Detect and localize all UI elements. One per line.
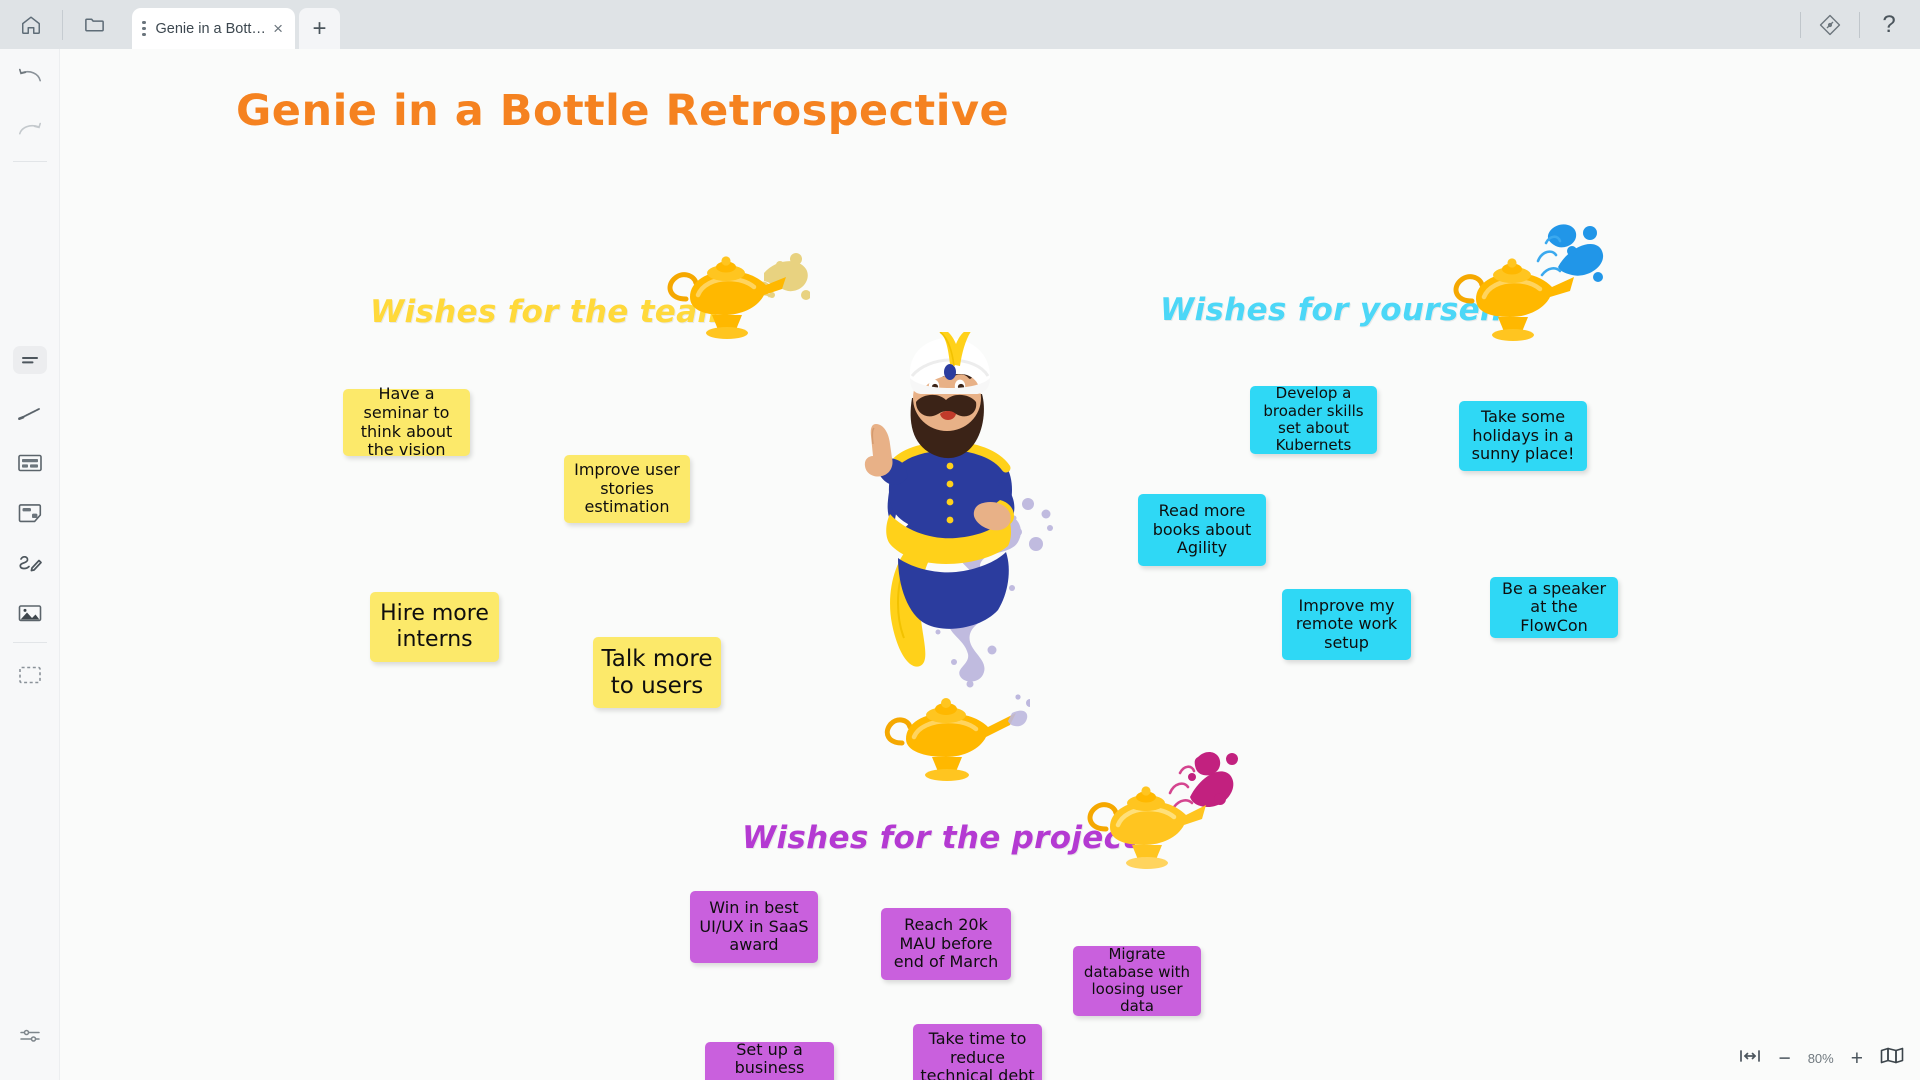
board-tab[interactable]: Genie in a Bottle ... ×: [132, 8, 295, 49]
sticky-note[interactable]: Take some holidays in a sunny place!: [1459, 401, 1587, 471]
top-bar-right-divider-2: [1859, 11, 1860, 38]
redo-icon[interactable]: [0, 103, 60, 157]
top-bar-right-divider-1: [1800, 11, 1801, 38]
genie-lamp-illustration: [884, 694, 1030, 781]
image-tool-icon[interactable]: [0, 588, 60, 638]
top-bar-right-group: ?: [1794, 0, 1920, 49]
zoom-in-button[interactable]: +: [1851, 1048, 1863, 1069]
home-icon[interactable]: [0, 0, 62, 49]
sticky-note[interactable]: Take time to reduce technical debt: [913, 1024, 1042, 1080]
lamp-team-icon: [667, 253, 810, 339]
board-canvas[interactable]: Genie in a Bottle Retrospective Wishes f…: [60, 49, 1920, 1080]
sticky-note[interactable]: Improve my remote work setup: [1282, 589, 1411, 660]
tab-title: Genie in a Bottle ...: [155, 20, 268, 37]
sticky-note[interactable]: Develop a broader skills set about Kuber…: [1250, 385, 1377, 454]
lamp-yourself-icon: [1453, 224, 1604, 341]
sticky-note[interactable]: Improve user stories estimation: [564, 455, 690, 523]
top-bar: Genie in a Bottle ... × + ?: [0, 0, 1920, 49]
sticky-note[interactable]: Reach 20k MAU before end of March: [881, 908, 1011, 980]
miro-board-app: Genie in a Bottle ... × + ? Genie in a B…: [0, 0, 1920, 1080]
sticky-note[interactable]: Be a speaker at the FlowCon: [1490, 577, 1618, 638]
section-heading-project: Wishes for the project: [742, 820, 1138, 856]
sticky-note[interactable]: Talk more to users: [593, 637, 721, 708]
page-title: Genie in a Bottle Retrospective: [236, 86, 1010, 136]
select-tool-icon[interactable]: [0, 330, 60, 390]
sidebar-divider-bottom: [12, 642, 47, 643]
tab-menu-icon[interactable]: [142, 20, 146, 37]
left-toolbar: [0, 49, 60, 1080]
folder-icon[interactable]: [63, 0, 125, 49]
sticky-note[interactable]: Read more books about Agility: [1138, 494, 1266, 566]
new-tab-button[interactable]: +: [299, 8, 340, 49]
select-tool-glyph: [13, 346, 47, 374]
sticky-note-tool-icon[interactable]: [0, 488, 60, 538]
zoom-level: 80%: [1807, 1050, 1834, 1066]
sidebar-divider-top: [12, 161, 47, 162]
sticky-note[interactable]: Migrate database with loosing user data: [1073, 946, 1201, 1016]
footer-corner: [1683, 1036, 1705, 1080]
zoom-controls: − 80% +: [1705, 1036, 1920, 1080]
sticky-note[interactable]: Set up a business continuity plan: [705, 1040, 834, 1080]
zoom-out-button[interactable]: −: [1778, 1048, 1790, 1069]
sticky-note[interactable]: Hire more interns: [370, 592, 499, 662]
frame-tool-icon[interactable]: [0, 438, 60, 488]
miro-diamond-icon[interactable]: [1807, 5, 1853, 45]
close-icon[interactable]: ×: [267, 20, 289, 37]
minimap-icon[interactable]: [1880, 1047, 1904, 1069]
more-apps-icon[interactable]: [0, 647, 60, 703]
undo-icon[interactable]: [0, 49, 60, 103]
settings-sliders-icon[interactable]: [0, 1006, 60, 1066]
sticky-note[interactable]: Win in best UI/UX in SaaS award: [690, 891, 818, 963]
pen-tool-icon[interactable]: [0, 390, 60, 438]
fit-to-screen-icon[interactable]: [1739, 1049, 1761, 1068]
shapes-tool-icon[interactable]: [0, 538, 60, 588]
sticky-note[interactable]: Have a seminar to think about the vision: [343, 385, 470, 459]
lamp-project-icon: [1087, 751, 1238, 869]
help-icon[interactable]: ?: [1866, 5, 1912, 45]
